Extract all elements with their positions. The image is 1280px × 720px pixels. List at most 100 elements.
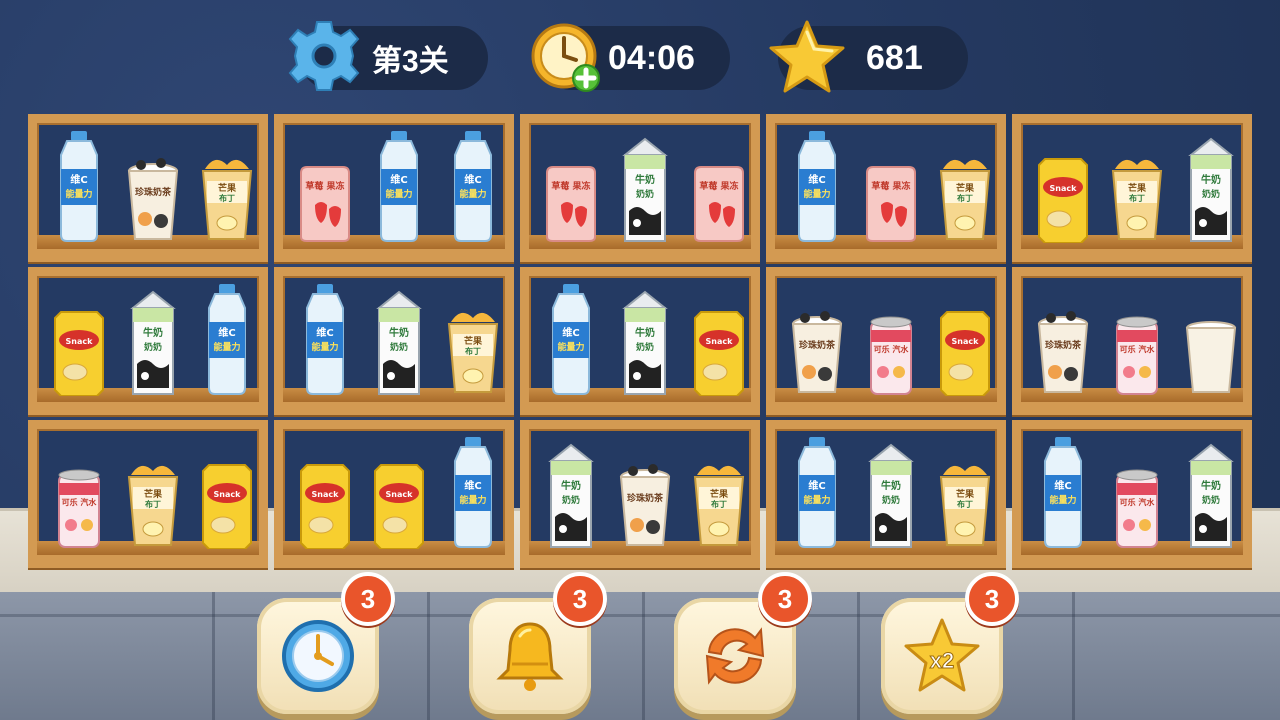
item-milk[interactable]: 牛奶 奶奶 bbox=[121, 278, 185, 396]
shelf-cell[interactable]: 草莓 果冻 维C 能量力 维C 能量力 bbox=[274, 114, 514, 262]
item-water[interactable]: 维C 能量力 bbox=[47, 125, 111, 243]
svg-text:珍珠奶茶: 珍珠奶茶 bbox=[135, 186, 172, 198]
chips-icon: Snack bbox=[374, 464, 424, 550]
item-mango[interactable]: 芒果 布丁 bbox=[121, 431, 185, 549]
svg-text:奶奶: 奶奶 bbox=[635, 188, 654, 200]
item-can[interactable]: 可乐 汽水 bbox=[1105, 431, 1169, 549]
item-milk[interactable]: 牛奶 奶奶 bbox=[539, 431, 603, 549]
item-strawberry[interactable]: 草莓 果冻 bbox=[859, 125, 923, 243]
item-water[interactable]: 维C 能量力 bbox=[367, 125, 431, 243]
shelf-cell[interactable]: 维C 能量力 珍珠奶茶 芒果 布丁 bbox=[28, 114, 268, 262]
svg-text:芒果: 芒果 bbox=[1128, 182, 1147, 194]
item-chips[interactable]: Snack bbox=[933, 278, 997, 397]
strawberry-icon: 草莓 果冻 bbox=[546, 166, 596, 242]
item-mango[interactable]: 芒果 布丁 bbox=[195, 125, 259, 243]
shelf-cell[interactable]: Snack 芒果 布丁 牛奶 奶奶 bbox=[1012, 114, 1252, 262]
water-icon: 维C 能量力 bbox=[798, 131, 836, 242]
item-water[interactable]: 维C 能量力 bbox=[441, 431, 505, 549]
mango-icon: 芒果布丁 bbox=[693, 465, 745, 546]
strawberry-icon: 草莓 果冻 bbox=[866, 166, 916, 242]
item-milk[interactable]: 牛奶 奶奶 bbox=[1179, 431, 1243, 549]
shelf-cell[interactable]: 牛奶 奶奶 珍珠奶茶 芒果 布丁 bbox=[520, 420, 760, 568]
water-icon: 维C 能量力 bbox=[306, 284, 344, 395]
clock-icon bbox=[282, 620, 354, 692]
shelf-cell[interactable]: 维C 能量力 牛奶 奶奶 Snack bbox=[520, 267, 760, 415]
svg-text:可乐 汽水: 可乐 汽水 bbox=[1120, 497, 1156, 507]
item-chips[interactable]: Snack bbox=[1031, 125, 1095, 244]
chips-icon: Snack bbox=[300, 464, 350, 550]
item-cup[interactable]: 珍珠奶茶 bbox=[613, 431, 677, 549]
item-cup[interactable]: 珍珠奶茶 bbox=[785, 278, 849, 396]
svg-text:牛奶: 牛奶 bbox=[561, 479, 581, 492]
chips-icon: Snack bbox=[202, 464, 252, 550]
svg-text:牛奶: 牛奶 bbox=[1201, 173, 1221, 186]
shelf-cell[interactable]: 维C 能量力 可乐 汽水 牛奶 奶奶 bbox=[1012, 420, 1252, 568]
item-water[interactable]: 维C 能量力 bbox=[1031, 431, 1095, 549]
settings-gear-icon[interactable] bbox=[286, 18, 362, 94]
shelf-cell[interactable]: 草莓 果冻 牛奶 奶奶 草莓 果冻 bbox=[520, 114, 760, 262]
svg-text:Snack: Snack bbox=[706, 337, 734, 346]
item-cup[interactable]: 珍珠奶茶 bbox=[1031, 278, 1095, 396]
item-mango[interactable]: 芒果 布丁 bbox=[687, 431, 751, 549]
item-milk[interactable]: 牛奶 奶奶 bbox=[613, 278, 677, 396]
item-can[interactable]: 可乐 汽水 bbox=[47, 431, 111, 549]
item-mango[interactable]: 芒果 布丁 bbox=[1105, 125, 1169, 243]
item-empty-cup[interactable] bbox=[1179, 278, 1243, 396]
item-can[interactable]: 可乐 汽水 bbox=[859, 278, 923, 396]
shelf-cell[interactable]: 珍珠奶茶 可乐 汽水 Snack bbox=[766, 267, 1006, 415]
svg-text:牛奶: 牛奶 bbox=[143, 326, 163, 339]
chips-icon: Snack bbox=[940, 311, 990, 397]
item-water[interactable]: 维C 能量力 bbox=[785, 431, 849, 549]
shelf-cell[interactable]: 可乐 汽水 芒果 布丁 Snack bbox=[28, 420, 268, 568]
item-chips[interactable]: Snack bbox=[293, 431, 357, 550]
svg-text:维C: 维C bbox=[562, 326, 579, 339]
item-water[interactable]: 维C 能量力 bbox=[293, 278, 357, 396]
svg-text:能量力: 能量力 bbox=[65, 188, 92, 200]
shelf-grid: 维C 能量力 珍珠奶茶 芒果 布丁 草莓 果冻 维C 能量力 维C 能量力 草莓 果冻 牛奶 奶奶 草莓 … bbox=[28, 114, 1252, 572]
add-time-clock-icon[interactable] bbox=[528, 20, 604, 96]
item-strawberry[interactable]: 草莓 果冻 bbox=[687, 125, 751, 243]
strawberry-icon: 草莓 果冻 bbox=[300, 166, 350, 242]
svg-text:芒果: 芒果 bbox=[464, 335, 483, 347]
shelf-cell[interactable]: 维C 能量力 牛奶 奶奶 芒果 布丁 bbox=[274, 267, 514, 415]
svg-text:芒果: 芒果 bbox=[710, 488, 729, 500]
svg-text:能量力: 能量力 bbox=[803, 188, 830, 200]
item-milk[interactable]: 牛奶 奶奶 bbox=[1179, 125, 1243, 243]
item-water[interactable]: 维C 能量力 bbox=[785, 125, 849, 243]
powerup-bell-button[interactable]: 3 bbox=[469, 572, 607, 714]
svg-text:维C: 维C bbox=[1054, 479, 1071, 492]
shelf-cell[interactable]: Snack 牛奶 奶奶 维C 能量力 bbox=[28, 267, 268, 415]
powerup-double-star-button[interactable]: x2 3 bbox=[881, 572, 1019, 714]
item-strawberry[interactable]: 草莓 果冻 bbox=[539, 125, 603, 243]
item-cup[interactable]: 珍珠奶茶 bbox=[121, 125, 185, 243]
item-water[interactable]: 维C 能量力 bbox=[539, 278, 603, 396]
item-chips[interactable]: Snack bbox=[195, 431, 259, 550]
svg-text:珍珠奶茶: 珍珠奶茶 bbox=[1045, 339, 1082, 351]
item-water[interactable]: 维C 能量力 bbox=[441, 125, 505, 243]
item-milk[interactable]: 牛奶 奶奶 bbox=[613, 125, 677, 243]
powerup-refresh-button[interactable]: 3 bbox=[674, 572, 812, 714]
shelf-cell[interactable]: 珍珠奶茶 可乐 汽水 bbox=[1012, 267, 1252, 415]
mango-icon: 芒果布丁 bbox=[1111, 159, 1163, 240]
item-mango[interactable]: 芒果 布丁 bbox=[441, 278, 505, 396]
powerup-clock-button[interactable]: 3 bbox=[257, 572, 395, 714]
powerup-bell-count: 3 bbox=[553, 572, 607, 626]
item-mango[interactable]: 芒果 布丁 bbox=[933, 125, 997, 243]
shelf-cell[interactable]: 维C 能量力 牛奶 奶奶 芒果 布丁 bbox=[766, 420, 1006, 568]
item-mango[interactable]: 芒果 布丁 bbox=[933, 431, 997, 549]
item-chips[interactable]: Snack bbox=[687, 278, 751, 397]
cup-icon: 珍珠奶茶 bbox=[127, 158, 179, 240]
svg-text:奶奶: 奶奶 bbox=[389, 341, 408, 353]
item-milk[interactable]: 牛奶 奶奶 bbox=[859, 431, 923, 549]
item-strawberry[interactable]: 草莓 果冻 bbox=[293, 125, 357, 243]
svg-text:能量力: 能量力 bbox=[385, 188, 412, 200]
item-chips[interactable]: Snack bbox=[47, 278, 111, 397]
shelf-cell[interactable]: Snack Snack 维C 能量力 bbox=[274, 420, 514, 568]
cup-icon: 珍珠奶茶 bbox=[619, 464, 671, 546]
item-milk[interactable]: 牛奶 奶奶 bbox=[367, 278, 431, 396]
shelf-cell[interactable]: 维C 能量力 草莓 果冻 芒果 布丁 bbox=[766, 114, 1006, 262]
item-water[interactable]: 维C 能量力 bbox=[195, 278, 259, 396]
item-chips[interactable]: Snack bbox=[367, 431, 431, 550]
double-star-label: x2 bbox=[930, 648, 954, 673]
item-can[interactable]: 可乐 汽水 bbox=[1105, 278, 1169, 396]
